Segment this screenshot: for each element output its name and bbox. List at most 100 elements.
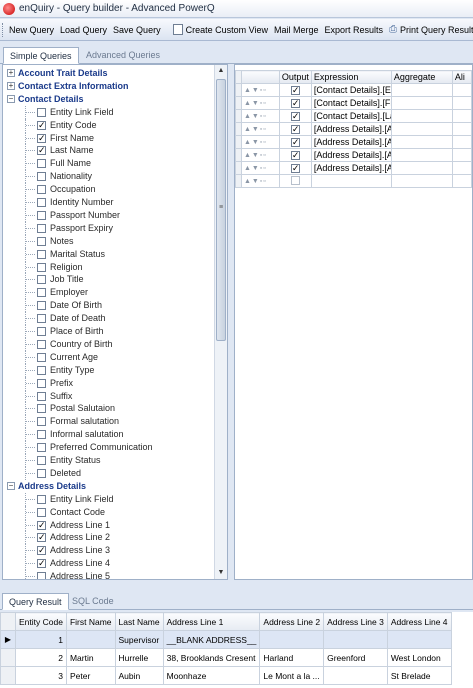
aggregate-cell[interactable] xyxy=(390,161,453,175)
query-grid-row[interactable]: ▲▼▫▫ ✓ [Contact Details].[En xyxy=(235,83,472,97)
tree-group-contact-details[interactable]: − Contact Details xyxy=(3,93,213,106)
tree-item-address-line-5[interactable]: Address Line 5 xyxy=(3,570,213,579)
tree-item-first-name[interactable]: ✓ First Name xyxy=(3,131,213,145)
tree-item-last-name[interactable]: ✓ Last Name xyxy=(3,144,213,158)
results-column-header[interactable]: Address Line 4 xyxy=(386,612,452,631)
field-checkbox[interactable] xyxy=(37,456,46,465)
tree-item-informal-salutation[interactable]: Informal salutation xyxy=(3,428,213,442)
tree-item-address-line-3[interactable]: ✓ Address Line 3 xyxy=(3,544,213,558)
field-checkbox[interactable]: ✓ xyxy=(37,120,46,130)
alias-cell[interactable] xyxy=(451,174,472,188)
field-checkbox[interactable] xyxy=(37,185,46,195)
results-cell[interactable]: West London xyxy=(386,648,452,667)
results-cell[interactable]: 1 xyxy=(15,630,67,649)
tree-item-deleted[interactable]: Deleted xyxy=(3,466,213,480)
field-checkbox[interactable] xyxy=(37,404,46,414)
results-cell[interactable]: 3 xyxy=(15,666,67,685)
field-checkbox[interactable] xyxy=(37,339,46,349)
field-checkbox[interactable] xyxy=(37,365,46,375)
row-move-controls[interactable]: ▲▼▫▫ xyxy=(240,122,280,136)
results-cell[interactable]: St Brelade xyxy=(386,666,452,685)
aggregate-cell[interactable] xyxy=(390,135,453,149)
output-checkbox[interactable]: ✓ xyxy=(290,86,300,95)
query-grid-row[interactable]: ▲▼▫▫ ✓ [Address Details].[Ad xyxy=(235,135,472,149)
new-query-button[interactable]: New Query xyxy=(6,23,57,37)
field-checkbox[interactable] xyxy=(37,172,46,182)
row-indicator[interactable] xyxy=(0,666,16,685)
row-move-controls[interactable]: ▲▼▫▫ xyxy=(240,135,280,149)
aggregate-cell[interactable] xyxy=(390,174,453,188)
field-checkbox[interactable] xyxy=(37,327,46,336)
field-checkbox[interactable]: ✓ xyxy=(37,559,46,569)
expression-cell[interactable]: [Contact Details].[Las xyxy=(310,109,392,123)
results-column-header[interactable]: Address Line 1 xyxy=(162,612,261,631)
tree-item-current-age[interactable]: Current Age xyxy=(3,350,213,364)
row-indicator[interactable] xyxy=(0,648,16,667)
field-checkbox[interactable] xyxy=(37,288,46,298)
row-move-controls[interactable]: ▲▼▫▫ xyxy=(240,174,280,188)
expression-cell[interactable]: [Address Details].[Ad xyxy=(310,135,392,149)
field-checkbox[interactable] xyxy=(37,468,46,478)
results-cell[interactable]: Moonhaze xyxy=(162,666,261,685)
results-cell[interactable] xyxy=(323,666,388,685)
tree-group-contact-extra-information[interactable]: + Contact Extra Information xyxy=(3,80,213,93)
field-checkbox[interactable]: ✓ xyxy=(37,146,46,156)
tree-item-country-of-birth[interactable]: Country of Birth xyxy=(3,337,213,351)
expression-cell[interactable]: [Contact Details].[Firs xyxy=(310,96,392,110)
alias-cell[interactable] xyxy=(451,148,472,162)
results-cell[interactable] xyxy=(323,630,388,649)
load-query-button[interactable]: Load Query xyxy=(57,23,110,37)
tree-item-address-line-4[interactable]: ✓ Address Line 4 xyxy=(3,557,213,571)
alias-cell[interactable] xyxy=(451,122,472,136)
field-checkbox[interactable] xyxy=(37,301,46,311)
tree-item-preferred-communication[interactable]: Preferred Communication xyxy=(3,441,213,454)
tree-item-place-of-birth[interactable]: Place of Birth xyxy=(3,325,213,338)
tree-item-address-line-1[interactable]: ✓ Address Line 1 xyxy=(3,518,213,532)
tree-item-occupation[interactable]: Occupation xyxy=(3,183,213,196)
row-move-controls[interactable]: ▲▼▫▫ xyxy=(240,148,280,162)
field-checkbox[interactable] xyxy=(37,107,46,117)
aggregate-cell[interactable] xyxy=(390,96,453,110)
results-cell[interactable] xyxy=(259,630,325,649)
field-checkbox[interactable] xyxy=(37,314,46,324)
results-row[interactable]: 3 Peter Aubin Moonhaze Le Mont a la ... St Br… xyxy=(0,666,452,685)
tree-item-passport-expiry[interactable]: Passport Expiry xyxy=(3,221,213,235)
output-checkbox[interactable]: ✓ xyxy=(290,151,300,160)
tree-scroll-thumb[interactable]: ≡ xyxy=(216,79,226,341)
field-checkbox[interactable] xyxy=(37,249,46,259)
output-checkbox[interactable]: ✓ xyxy=(290,125,300,134)
tree-item-full-name[interactable]: Full Name xyxy=(3,157,213,171)
tree-item-prefix[interactable]: Prefix xyxy=(3,376,213,390)
field-checkbox[interactable] xyxy=(37,507,46,517)
tree-item-marital-status[interactable]: Marital Status xyxy=(3,247,213,261)
row-move-controls[interactable]: ▲▼▫▫ xyxy=(240,109,280,123)
results-cell[interactable]: Martin xyxy=(65,648,116,667)
results-column-header[interactable]: Last Name xyxy=(114,612,164,631)
row-move-controls[interactable]: ▲▼▫▫ xyxy=(240,96,280,110)
aggregate-cell[interactable] xyxy=(390,83,453,97)
field-checkbox[interactable] xyxy=(37,494,46,504)
tree-item-date-of-death[interactable]: Date of Death xyxy=(3,312,213,325)
expand-icon[interactable]: + xyxy=(7,81,15,90)
expression-cell[interactable]: [Address Details].[Ad xyxy=(310,148,392,162)
field-checkbox[interactable]: ✓ xyxy=(37,133,46,143)
results-cell[interactable]: 38, Brooklands Cresent xyxy=(162,648,261,667)
field-checkbox[interactable]: ✓ xyxy=(37,520,46,530)
results-cell[interactable]: Peter xyxy=(65,666,116,685)
results-row[interactable]: ▶ 1 Supervisor __BLANK ADDRESS__ xyxy=(0,630,452,649)
field-checkbox[interactable] xyxy=(37,210,46,220)
tree-item-notes[interactable]: Notes xyxy=(3,234,213,248)
expression-cell[interactable]: [Address Details].[Ad xyxy=(310,161,392,175)
expand-icon[interactable]: + xyxy=(7,69,15,77)
results-column-header[interactable]: Address Line 2 xyxy=(259,612,325,631)
row-move-controls[interactable]: ▲▼▫▫ xyxy=(240,83,280,97)
tree-item-date-of-birth[interactable]: Date Of Birth xyxy=(3,299,213,313)
output-checkbox[interactable]: ✓ xyxy=(290,138,300,147)
alias-cell[interactable] xyxy=(451,161,472,175)
tree-item-nationality[interactable]: Nationality xyxy=(3,170,213,184)
results-cell[interactable]: Greenford xyxy=(323,648,388,667)
field-checkbox[interactable] xyxy=(37,352,46,362)
output-checkbox[interactable]: ✓ xyxy=(290,164,300,173)
tree-item-formal-salutation[interactable]: Formal salutation xyxy=(3,415,213,429)
results-cell[interactable]: Aubin xyxy=(114,666,164,685)
